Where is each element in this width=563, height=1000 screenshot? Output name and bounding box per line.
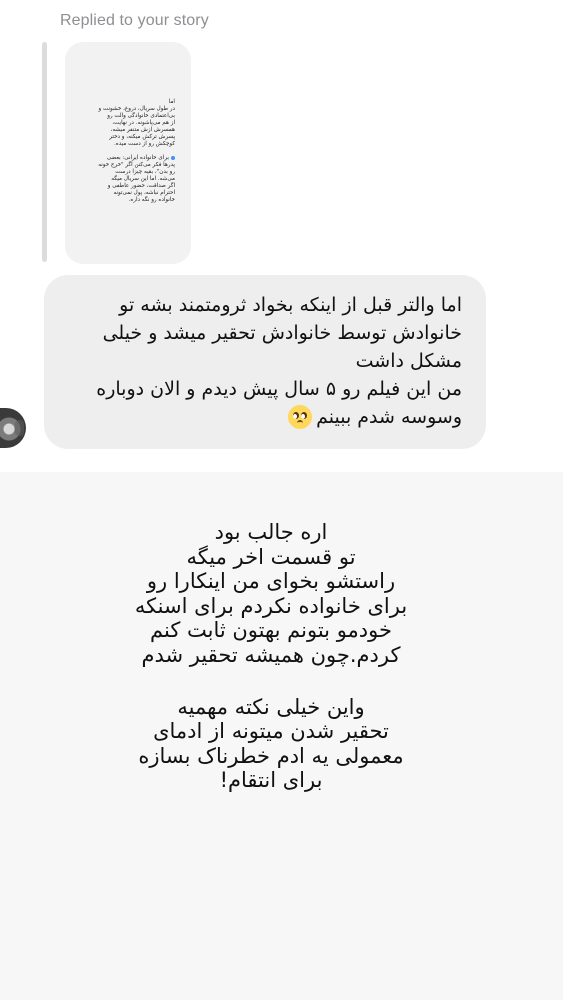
incoming-message-text: اما والتر قبل از اینکه بخواد ثرومتمند بش… bbox=[57, 291, 462, 431]
reply-line-9: معمولی یه ادم خطرناک بسازه bbox=[138, 743, 404, 768]
story-preview-gap bbox=[81, 148, 175, 155]
reply-paragraph-2: واین خیلی نکته مهمیه تحقیر شدن میتونه از… bbox=[120, 695, 422, 793]
reply-paragraph-gap bbox=[120, 668, 422, 695]
story-preview-paragraph-1: اما در طول سریال، دروغ، خشونت و بی‌اعتما… bbox=[98, 99, 175, 147]
message-line-4: من این فیلم رو ۵ سال پیش دیدم و الان دوب… bbox=[96, 378, 462, 400]
message-line-5: وسوسه شدم ببینم bbox=[316, 406, 462, 428]
reply-line-5: خودمو بتونم بهتون ثابت کنم bbox=[150, 618, 392, 643]
replied-to-story-label: Replied to your story bbox=[60, 12, 209, 29]
reply-line-2: تو قسمت اخر میگه bbox=[186, 544, 356, 569]
story-reply-section: Replied to your story اما در طول سریال، … bbox=[0, 0, 563, 472]
story-preview-thumbnail[interactable]: اما در طول سریال، دروغ، خشونت و بی‌اعتما… bbox=[65, 42, 191, 264]
reply-line-6: کردم.چون همیشه تحقیر شدم bbox=[141, 642, 401, 667]
message-line-3: مشکل داشت bbox=[355, 350, 462, 372]
pleading-face-emoji-mouth bbox=[297, 420, 304, 425]
story-preview-paragraph-2-row: برای خانواده ایرانی: بعضی پدرها فکر می‌ک… bbox=[81, 155, 175, 204]
story-preview-text: اما در طول سریال، دروغ، خشونت و بی‌اعتما… bbox=[81, 99, 175, 204]
message-line-2: خانوادش توسط خانوادش تحقیر میشد و خیلی bbox=[102, 322, 462, 344]
story-reply-content-section: اره جالب بود تو قسمت اخر میگه راستشو بخو… bbox=[0, 472, 563, 1000]
pleading-face-emoji-icon bbox=[288, 405, 313, 429]
message-line-5-row: وسوسه شدم ببینم bbox=[57, 403, 462, 431]
story-preview-paragraph-2: برای خانواده ایرانی: بعضی پدرها فکر می‌ک… bbox=[98, 155, 175, 203]
reply-paragraph-1: اره جالب بود تو قسمت اخر میگه راستشو بخو… bbox=[120, 520, 422, 668]
reply-line-3: راستشو بخوای من اینکارا رو bbox=[146, 569, 396, 594]
story-reply-text: اره جالب بود تو قسمت اخر میگه راستشو بخو… bbox=[120, 520, 422, 793]
story-reply-indicator bbox=[42, 42, 47, 262]
reply-line-7: واین خیلی نکته مهمیه bbox=[177, 694, 365, 719]
incoming-message-bubble[interactable]: اما والتر قبل از اینکه بخواد ثرومتمند بش… bbox=[44, 275, 486, 449]
story-blue-dot-icon bbox=[171, 155, 175, 160]
reply-line-10: برای انتقام! bbox=[219, 768, 323, 793]
reply-line-8: تحقیر شدن میتونه از ادمای bbox=[153, 719, 389, 744]
avatar[interactable] bbox=[0, 408, 26, 448]
message-line-1: اما والتر قبل از اینکه بخواد ثرومتمند بش… bbox=[119, 294, 462, 316]
reply-line-1: اره جالب بود bbox=[214, 520, 328, 544]
reply-line-4: برای خانواده نکردم برای اسنکه bbox=[134, 593, 408, 618]
